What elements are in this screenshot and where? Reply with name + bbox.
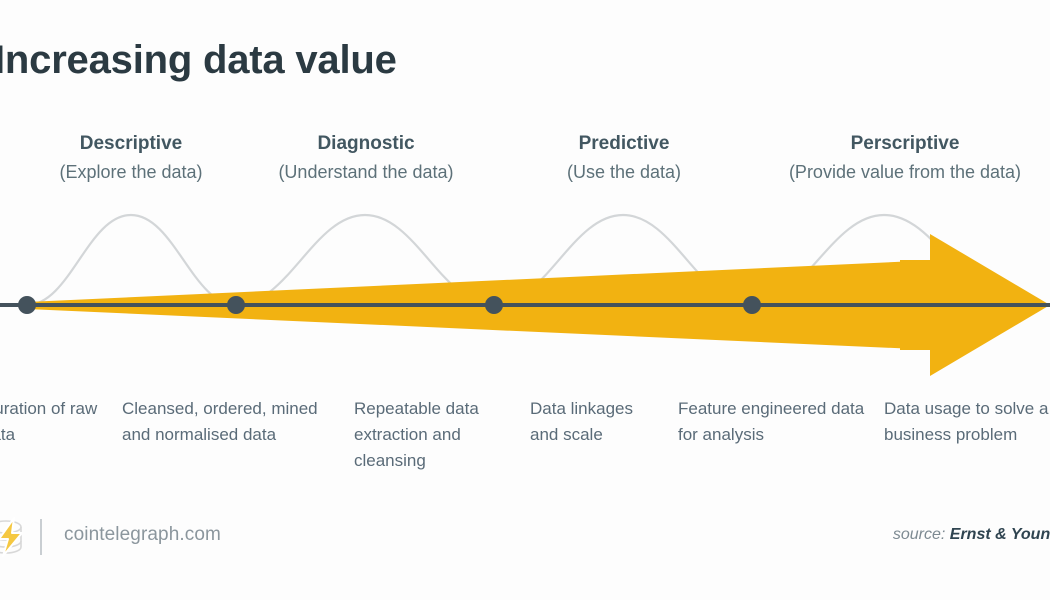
caption-curation: Curation of raw data — [0, 399, 98, 444]
page-title: Increasing data value — [0, 38, 397, 82]
stage-header-perscriptive: Perscriptive (Provide value from the dat… — [752, 132, 1050, 185]
milestone-node — [743, 296, 761, 314]
caption-data-usage: Data usage to solve a business problem — [884, 399, 1049, 444]
stage-subtitle-label: (Explore the data) — [59, 162, 203, 182]
wave-arc-1 — [25, 213, 238, 307]
caption-linkages: Data linkages and scale — [530, 399, 634, 444]
milestone-node — [227, 296, 245, 314]
caption-feature-engineered: Feature engineered data for analysis — [678, 399, 865, 444]
milestone-node — [485, 296, 503, 314]
stage-name-label: Descriptive — [79, 133, 183, 154]
stage-header-predictive: Predictive (Use the data) — [494, 132, 754, 185]
stage-subtitle-label: (Provide value from the data) — [788, 162, 1022, 182]
cointelegraph-bolt-icon[interactable] — [0, 515, 32, 559]
caption-repeatable: Repeatable data extraction and cleansing — [354, 399, 479, 470]
stage-subtitle-label: (Understand the data) — [278, 162, 454, 182]
stage-subtitle-label: (Use the data) — [566, 162, 682, 182]
stage-name-label: Perscriptive — [850, 133, 960, 154]
value-arrow-diagram — [0, 213, 1050, 376]
footer-site-link[interactable]: cointelegraph.com — [64, 524, 221, 546]
stage-name-label: Predictive — [578, 133, 670, 154]
footer-divider — [40, 519, 42, 555]
stage-name-label: Diagnostic — [317, 133, 415, 154]
stage-header-diagnostic: Diagnostic (Understand the data) — [236, 132, 496, 185]
milestone-node — [18, 296, 36, 314]
footer-source: source: Ernst & Young — [893, 526, 1050, 544]
stage-header-descriptive: Descriptive (Explore the data) — [0, 132, 262, 185]
infographic-canvas: Increasing data value Descriptive (Explo… — [0, 0, 1050, 600]
source-name: Ernst & Young — [949, 526, 1050, 543]
source-label: source: — [892, 526, 946, 543]
caption-cleansed: Cleansed, ordered, mined and normalised … — [122, 399, 318, 444]
